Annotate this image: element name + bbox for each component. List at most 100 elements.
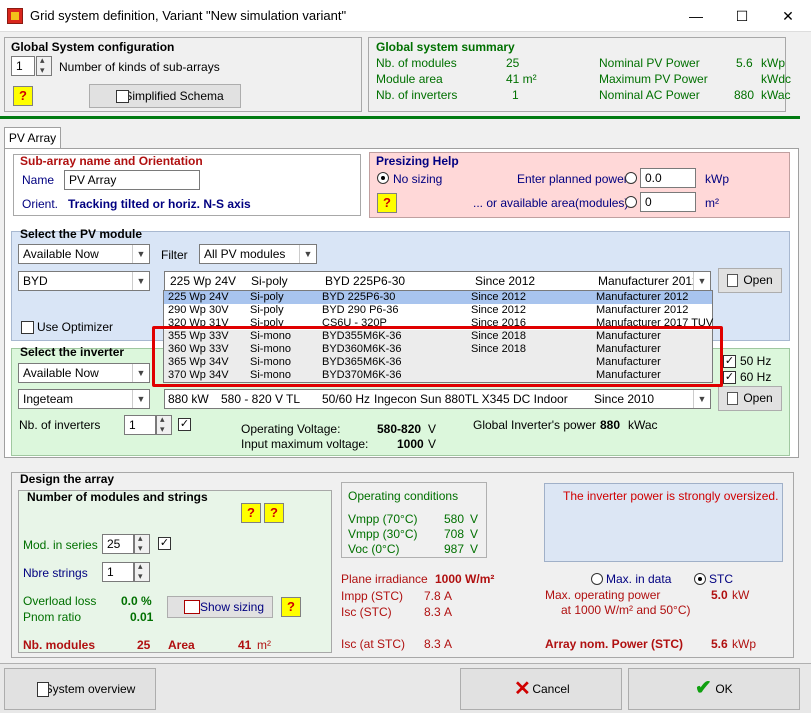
- pv-availability-value: Available Now: [23, 247, 99, 261]
- inverter-availability-select[interactable]: Available Now ▼: [18, 363, 150, 383]
- show-sizing-button[interactable]: Show sizing: [167, 596, 273, 618]
- nominal-pv-label: Nominal PV Power: [599, 56, 700, 70]
- presizing-help-button[interactable]: ?: [377, 193, 397, 213]
- chevron-down-icon: ▼: [132, 364, 149, 382]
- inverter-model-select[interactable]: 880 kW 580 - 820 V TL 50/60 Hz Ingecon S…: [164, 389, 711, 409]
- pv-model-power: 225 Wp 24V: [170, 274, 237, 288]
- list-item-model: BYD 290 P6-36: [322, 304, 399, 316]
- inverter-model-name: Ingecon Sun 880TL X345 DC Indoor: [374, 392, 568, 406]
- hz50-label: 50 Hz: [740, 354, 772, 368]
- max-in-data-radio[interactable]: [591, 573, 603, 585]
- isc-label: Isc (STC): [341, 605, 392, 619]
- kinds-label: Number of kinds of sub-arrays: [59, 60, 220, 74]
- maximize-button[interactable]: ☐: [719, 0, 765, 32]
- pv-module-title: Select the PV module: [20, 227, 143, 241]
- array-nom-power-unit: kWp: [732, 637, 756, 651]
- pv-model-select[interactable]: 225 Wp 24V Si-poly BYD 225P6-30 Since 20…: [164, 271, 711, 291]
- planned-power-field[interactable]: 0.0: [640, 168, 696, 188]
- pv-open-button[interactable]: Open: [718, 268, 782, 293]
- plane-irradiance-label: Plane irradiance: [341, 572, 428, 586]
- close-button[interactable]: ✕: [765, 0, 811, 32]
- summary-module-area-label: Module area: [376, 72, 443, 86]
- pv-availability-select[interactable]: Available Now ▼: [18, 244, 150, 264]
- op-conditions-title: Operating conditions: [348, 489, 459, 503]
- plane-irradiance-value: 1000 W/m²: [435, 572, 495, 586]
- system-overview-button[interactable]: System overview: [4, 668, 156, 710]
- inverter-model-freq: 50/60 Hz: [322, 392, 371, 406]
- nominal-pv-unit: kWp: [761, 56, 785, 70]
- hz60-checkbox[interactable]: ✓: [723, 371, 736, 384]
- nbre-strings-spinner[interactable]: [134, 561, 150, 582]
- name-label: Name: [22, 173, 55, 187]
- max-op-power-sub: at 1000 W/m² and 50°C): [561, 603, 691, 617]
- pv-model-name: BYD 225P6-30: [325, 274, 406, 288]
- nb-inverters-checkbox[interactable]: ✓: [178, 418, 191, 431]
- mod-series-spinner[interactable]: [134, 533, 150, 554]
- strings-help-button-1[interactable]: ?: [241, 503, 261, 523]
- inverter-manufacturer-select[interactable]: Ingeteam ▼: [18, 389, 150, 409]
- list-item[interactable]: 290 Wp 30V Si-poly BYD 290 P6-36 Since 2012…: [164, 304, 712, 317]
- nb-inverters-field[interactable]: 1: [124, 415, 156, 435]
- simplified-schema-button[interactable]: Simplified Schema: [89, 84, 241, 108]
- kinds-input[interactable]: 1: [11, 56, 35, 76]
- no-sizing-radio[interactable]: [377, 172, 389, 184]
- pv-manufacturer-select[interactable]: BYD ▼: [18, 271, 150, 291]
- hz50-checkbox[interactable]: ✓: [723, 355, 736, 368]
- kinds-spinner[interactable]: [36, 55, 52, 76]
- mod-series-checkbox[interactable]: ✓: [158, 537, 171, 550]
- area-field[interactable]: 0: [640, 192, 696, 212]
- schema-icon: [116, 90, 129, 103]
- design-nb-modules-label: Nb. modules: [23, 638, 96, 652]
- global-inverter-power-label: Global Inverter's power: [473, 418, 597, 432]
- strings-help-button-2[interactable]: ?: [264, 503, 284, 523]
- array-nom-power-label: Array nom. Power (STC): [545, 637, 684, 651]
- voc0-label: Voc (0°C): [348, 542, 400, 556]
- stc-radio[interactable]: [694, 573, 706, 585]
- design-title: Design the array: [20, 472, 115, 486]
- list-item-model: BYD 225P6-30: [322, 291, 396, 303]
- nb-inverters-spinner[interactable]: [156, 414, 172, 435]
- minimize-button[interactable]: —: [673, 0, 719, 32]
- pv-filter-value: All PV modules: [204, 247, 286, 261]
- help-button[interactable]: ?: [13, 86, 33, 106]
- summary-title: Global system summary: [376, 40, 515, 54]
- subarray-title: Sub-array name and Orientation: [20, 154, 203, 168]
- use-optimizer-checkbox[interactable]: [21, 321, 34, 334]
- list-item-selected[interactable]: 225 Wp 24V Si-poly BYD 225P6-30 Since 2012 M…: [164, 291, 712, 304]
- summary-module-area-value: 41 m²: [506, 72, 537, 86]
- pv-manufacturer-value: BYD: [23, 274, 48, 288]
- area-radio[interactable]: [625, 196, 637, 208]
- chevron-down-icon: ▼: [693, 272, 710, 290]
- vmpp30-value: 708: [444, 527, 465, 541]
- global-inverter-power-value: 880: [600, 418, 621, 432]
- max-op-power-unit: kW: [732, 588, 750, 602]
- ok-button[interactable]: ✔ OK: [628, 668, 800, 710]
- isc-at-stc-value: 8.3: [424, 637, 441, 651]
- planned-power-radio[interactable]: [625, 172, 637, 184]
- nbre-strings-field[interactable]: 1: [102, 562, 134, 582]
- pv-model-since: Since 2012: [475, 274, 536, 288]
- pv-filter-select[interactable]: All PV modules ▼: [199, 244, 317, 264]
- orient-value[interactable]: Tracking tilted or horiz. N-S axis: [68, 197, 251, 211]
- list-item-power: 290 Wp 30V: [168, 304, 229, 316]
- subarray-name-field[interactable]: PV Array: [64, 170, 200, 190]
- simplified-schema-label: Simplified Schema: [124, 89, 224, 103]
- voc0-value: 987: [444, 542, 465, 556]
- pv-model-tech: Si-poly: [251, 274, 288, 288]
- chevron-down-icon: ▼: [693, 390, 710, 408]
- strings-title: Number of modules and strings: [27, 490, 208, 504]
- system-overview-label: System overview: [44, 682, 136, 696]
- inverter-model-power: 880 kW: [168, 392, 209, 406]
- input-max-value: 1000: [397, 437, 424, 451]
- highlight-box: [152, 326, 723, 387]
- vmpp30-label: Vmpp (30°C): [348, 527, 418, 541]
- mod-series-field[interactable]: 25: [102, 534, 134, 554]
- cancel-button[interactable]: ✕ Cancel: [460, 668, 622, 710]
- tab-pv-array[interactable]: PV Array: [4, 127, 61, 149]
- stc-label: STC: [709, 572, 733, 586]
- op-voltage-unit: V: [428, 422, 437, 436]
- pv-model-maker: Manufacturer 2012: [598, 274, 699, 288]
- sizing-help-button[interactable]: ?: [281, 597, 301, 617]
- inverter-open-button[interactable]: Open: [718, 386, 782, 411]
- checkmark-icon: ✔: [695, 677, 712, 699]
